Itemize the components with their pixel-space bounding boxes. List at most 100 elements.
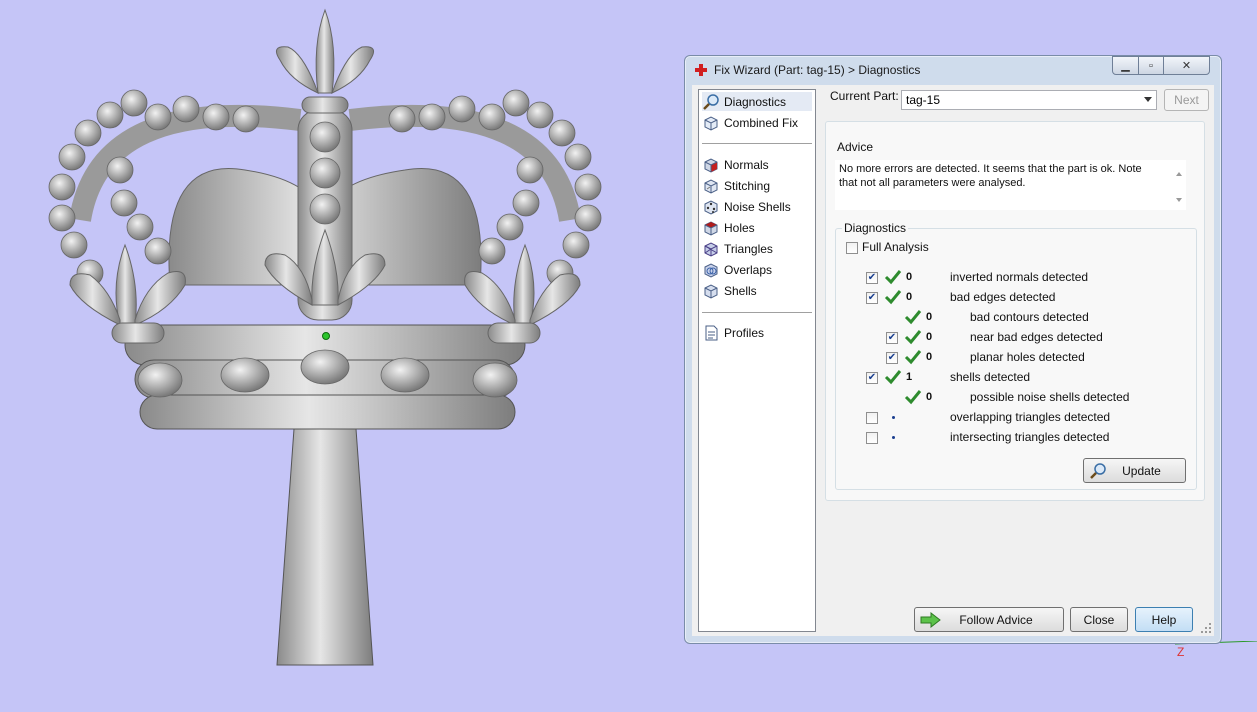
resize-grip-icon[interactable] — [1200, 622, 1212, 634]
sidebar-item-normals[interactable]: Normals — [702, 155, 769, 174]
sidebar-divider — [702, 312, 812, 313]
crown-model[interactable] — [40, 5, 610, 670]
bad-edges-checkbox[interactable]: ✔ — [866, 292, 878, 304]
scroll-up-icon[interactable] — [1176, 172, 1182, 176]
sidebar-item-label: Holes — [724, 220, 755, 235]
sidebar-item-diagnostics[interactable]: Diagnostics — [702, 92, 812, 111]
red-cross-icon — [695, 64, 707, 76]
sidebar-item-label: Diagnostics — [724, 94, 787, 109]
advice-text: No more errors are detected. It seems th… — [835, 160, 1172, 210]
arrow-right-icon — [920, 612, 941, 628]
inverted-normals-count: 0 — [906, 271, 913, 283]
check-icon — [904, 390, 922, 405]
cube-dots-icon — [704, 199, 718, 215]
noise-shells-label: possible noise shells detected — [970, 390, 1130, 404]
inverted-normals-checkbox[interactable]: ✔ — [866, 272, 878, 284]
chevron-down-icon — [1144, 97, 1152, 102]
full-analysis-checkbox[interactable] — [846, 242, 858, 254]
intersecting-triangles-label: intersecting triangles detected — [950, 430, 1110, 444]
sidebar-item-label: Stitching — [724, 178, 771, 193]
close-window-button[interactable]: ✕ — [1163, 56, 1210, 75]
sidebar-item-stitching[interactable]: Stitching — [702, 176, 770, 195]
sidebar-item-overlaps[interactable]: Overlaps — [702, 260, 772, 279]
check-icon — [904, 330, 922, 345]
check-icon — [884, 370, 902, 385]
current-part-label: Current Part: — [830, 89, 899, 103]
help-button[interactable]: Help — [1135, 607, 1193, 632]
sidebar-item-combined-fix[interactable]: Combined Fix — [702, 113, 798, 132]
minimize-button[interactable]: ▁ — [1112, 56, 1139, 75]
cube-overlap-icon — [704, 262, 718, 278]
advice-scrollbar[interactable] — [1172, 160, 1186, 210]
near-bad-edges-count: 0 — [926, 331, 933, 343]
inverted-normals-label: inverted normals detected — [950, 270, 1089, 284]
bad-edges-label: bad edges detected — [950, 290, 1056, 304]
not-run-dot — [892, 416, 895, 419]
close-button[interactable]: Close — [1070, 607, 1128, 632]
sidebar-item-label: Noise Shells — [724, 199, 791, 214]
sidebar-item-label: Triangles — [724, 241, 773, 256]
wizard-client-area: Diagnostics Combined Fix Normals Stitchi… — [692, 85, 1214, 636]
cube-hole-icon — [704, 220, 718, 236]
sidebar-item-label: Normals — [724, 157, 769, 172]
update-button[interactable]: Update — [1083, 458, 1186, 483]
next-button[interactable]: Next — [1164, 89, 1209, 111]
cube-wire-icon — [704, 115, 718, 131]
bad-contours-count: 0 — [926, 311, 933, 323]
sidebar-item-label: Shells — [724, 283, 757, 298]
next-button-label: Next — [1174, 93, 1199, 107]
shells-label: shells detected — [950, 370, 1031, 384]
follow-advice-button[interactable]: Follow Advice — [914, 607, 1064, 632]
intersecting-triangles-checkbox[interactable] — [866, 432, 878, 444]
help-button-label: Help — [1151, 612, 1177, 627]
diagnostics-title: Diagnostics — [842, 221, 909, 235]
bad-edges-count: 0 — [906, 291, 913, 303]
minimize-icon: ▁ — [1121, 60, 1130, 72]
scroll-down-icon[interactable] — [1176, 198, 1182, 202]
follow-advice-label: Follow Advice — [959, 612, 1033, 627]
planar-holes-checkbox[interactable]: ✔ — [886, 352, 898, 364]
overlapping-triangles-label: overlapping triangles detected — [950, 410, 1111, 424]
full-analysis-label: Full Analysis — [862, 240, 929, 254]
planar-holes-label: planar holes detected — [970, 350, 1085, 364]
window-title: Fix Wizard (Part: tag-15) > Diagnostics — [714, 63, 921, 77]
sidebar-divider — [702, 143, 812, 144]
shells-count: 1 — [906, 371, 913, 383]
sidebar-item-noise-shells[interactable]: Noise Shells — [702, 197, 791, 216]
check-icon — [904, 310, 922, 325]
cube-stitch-icon — [704, 178, 718, 194]
overlapping-triangles-checkbox[interactable] — [866, 412, 878, 424]
advice-text-line: No more errors are detected. It seems th… — [839, 163, 1142, 175]
check-icon — [884, 290, 902, 305]
not-run-dot — [892, 436, 895, 439]
diagnostics-panel: Advice No more errors are detected. It s… — [825, 121, 1205, 501]
update-button-label: Update — [1122, 463, 1161, 478]
close-icon: ✕ — [1181, 60, 1192, 72]
near-bad-edges-label: near bad edges detected — [970, 330, 1103, 344]
magnifier-icon — [1090, 463, 1106, 479]
magnifier-icon — [703, 93, 719, 110]
cube-red-icon — [704, 157, 718, 173]
title-bar[interactable]: Fix Wizard (Part: tag-15) > Diagnostics … — [685, 56, 1221, 84]
sidebar-item-profiles[interactable]: Profiles — [702, 323, 764, 342]
axis-z-label: Z — [1177, 645, 1185, 659]
sidebar-item-label: Profiles — [724, 325, 765, 340]
check-icon — [904, 350, 922, 365]
maximize-button[interactable]: ▫ — [1138, 56, 1164, 75]
cube-triangles-icon — [704, 241, 718, 257]
noise-shells-count: 0 — [926, 391, 933, 403]
axis-indicator — [1175, 641, 1257, 645]
cube-shells-icon — [704, 283, 718, 299]
planar-holes-count: 0 — [926, 351, 933, 363]
current-part-value: tag-15 — [906, 93, 941, 107]
sidebar-item-label: Overlaps — [724, 262, 773, 277]
shells-checkbox[interactable]: ✔ — [866, 372, 878, 384]
check-icon — [884, 270, 902, 285]
sidebar-item-triangles[interactable]: Triangles — [702, 239, 773, 258]
sidebar-item-label: Combined Fix — [724, 115, 799, 130]
near-bad-edges-checkbox[interactable]: ✔ — [886, 332, 898, 344]
sidebar-item-shells[interactable]: Shells — [702, 281, 757, 300]
advice-title: Advice — [835, 140, 876, 154]
current-part-select[interactable]: tag-15 — [901, 90, 1157, 110]
sidebar-item-holes[interactable]: Holes — [702, 218, 755, 237]
